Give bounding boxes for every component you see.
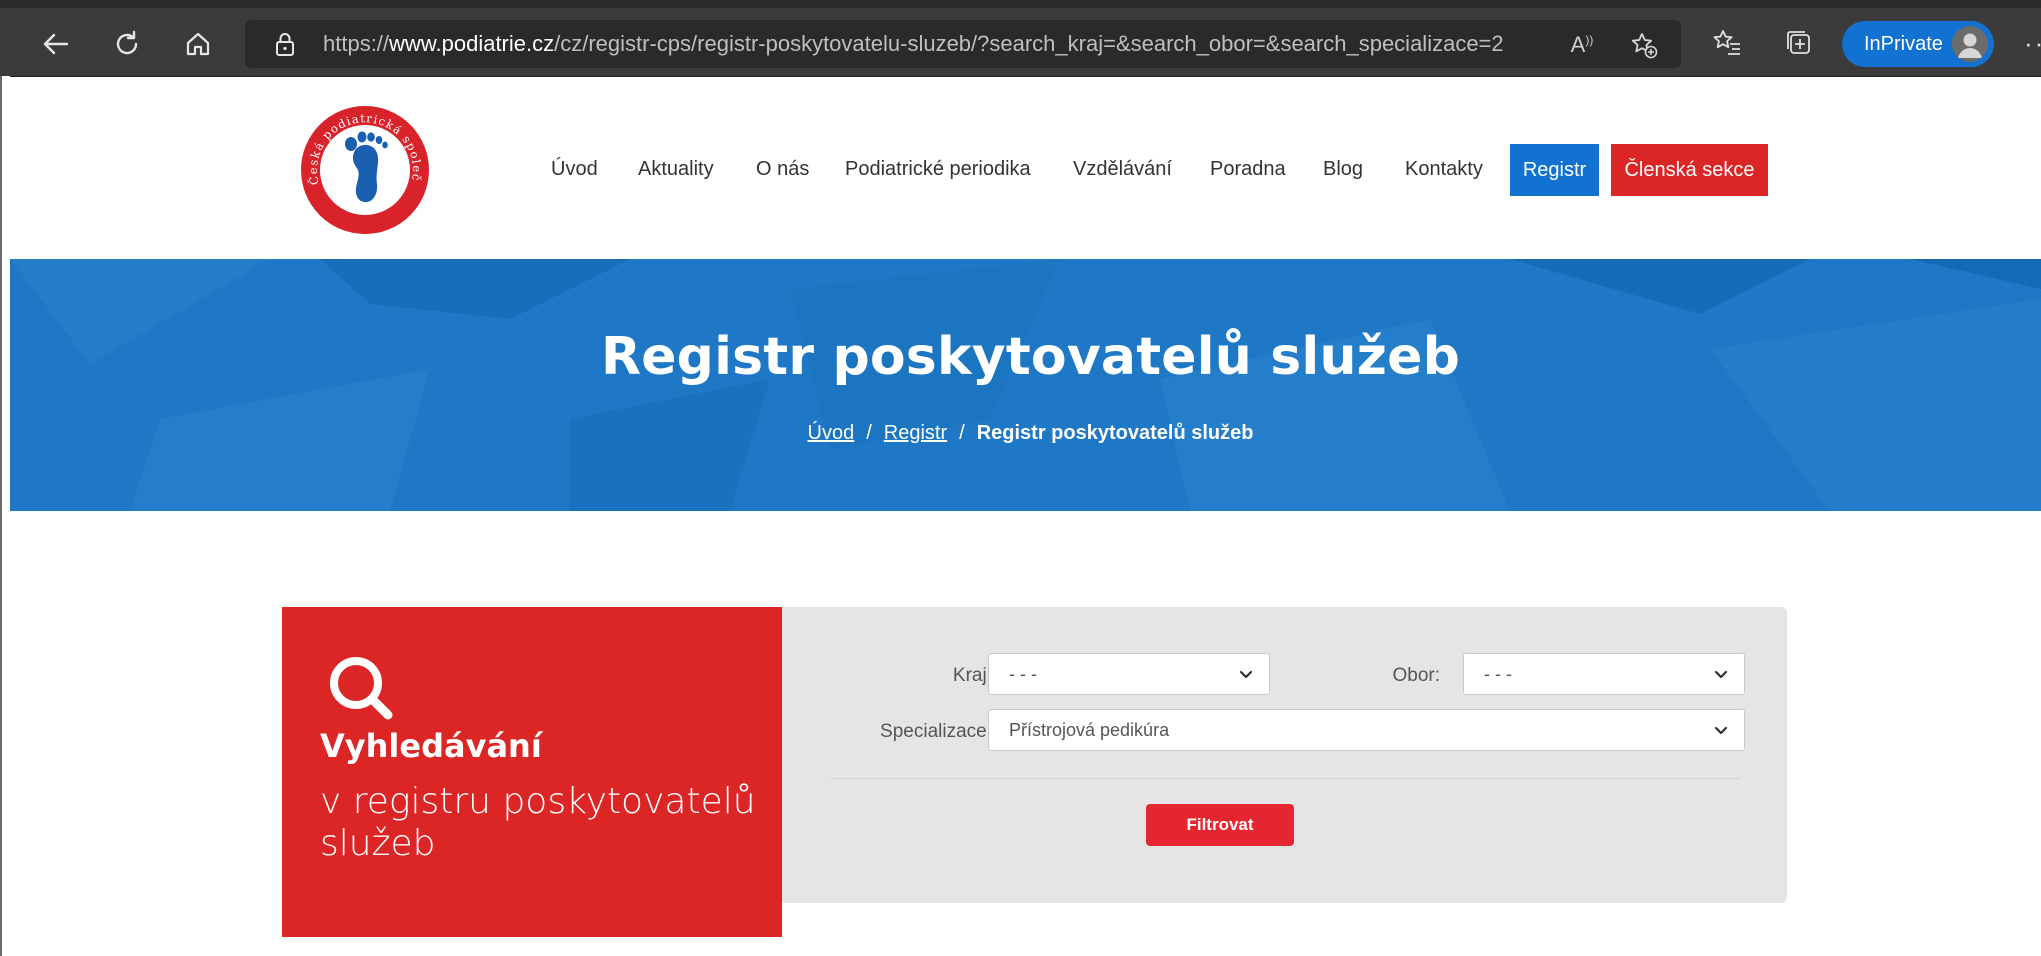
more-options-icon[interactable]: ··· [2024, 28, 2041, 59]
kraj-select[interactable]: - - - [988, 653, 1270, 695]
obor-select-value: - - - [1484, 664, 1512, 684]
specializace-select[interactable]: Přístrojová pedikúra [988, 709, 1745, 751]
kraj-select-value: - - - [1009, 664, 1037, 684]
filter-button[interactable]: Filtrovat [1146, 804, 1294, 846]
nav-item-o-nas[interactable]: O nás [756, 158, 809, 181]
back-button[interactable] [34, 22, 78, 66]
browser-toolbar: https://www.podiatrie.cz/cz/registr-cps/… [0, 0, 2041, 77]
search-filter-form: Kraj: - - - Obor: - - - Specializace: Př… [782, 607, 1787, 903]
address-bar[interactable]: https://www.podiatrie.cz/cz/registr-cps/… [245, 20, 1681, 68]
nav-item-aktuality[interactable]: Aktuality [638, 158, 714, 181]
collections-icon [1787, 31, 1810, 54]
star-plus-icon [1631, 33, 1658, 59]
breadcrumb-separator: / [959, 422, 965, 444]
obor-label: Obor: [1392, 665, 1440, 686]
specializace-label: Specializace: [880, 721, 992, 742]
page-title: Registr poskytovatelů služeb [600, 327, 1461, 387]
breadcrumb-current: Registr poskytovatelů služeb [976, 422, 1254, 444]
url-scheme: https:// [323, 31, 390, 56]
kraj-label: Kraj: [952, 665, 992, 686]
breadcrumb-separator: / [866, 422, 872, 444]
nav-item-kontakty[interactable]: Kontakty [1405, 158, 1483, 181]
refresh-icon [116, 30, 138, 55]
read-aloud-waves: )) [1585, 33, 1594, 47]
inprivate-profile-button[interactable]: InPrivate [1842, 21, 1994, 67]
profile-avatar-icon [1952, 26, 1988, 62]
nav-item-poradna[interactable]: Poradna [1210, 158, 1286, 181]
main-navigation: Úvod Aktuality O nás Podiatrické periodi… [0, 144, 2041, 196]
nav-item-uvod[interactable]: Úvod [551, 158, 598, 181]
nav-item-registr[interactable]: Registr [1510, 144, 1599, 196]
read-aloud-glyph: A [1570, 32, 1586, 57]
chevron-down-icon [1239, 670, 1253, 679]
favorites-button[interactable] [1710, 26, 1744, 60]
nav-item-blog[interactable]: Blog [1323, 158, 1363, 181]
nav-item-podiatricke-periodika[interactable]: Podiatrické periodika [845, 158, 1031, 181]
window-left-edge [0, 76, 10, 956]
search-icon [330, 657, 393, 720]
back-arrow-icon [43, 33, 69, 55]
nav-item-vzdelavani[interactable]: Vzdělávání [1073, 158, 1172, 181]
nav-item-clenska-sekce[interactable]: Členská sekce [1611, 144, 1768, 196]
url-text[interactable]: https://www.podiatrie.cz/cz/registr-cps/… [323, 31, 1504, 57]
search-heading: Vyhledávání [320, 727, 542, 765]
read-aloud-icon[interactable]: A)) [1567, 30, 1597, 60]
breadcrumb-link-uvod[interactable]: Úvod [808, 422, 855, 444]
search-intro-panel: Vyhledávání v registru poskytovatelů slu… [282, 607, 782, 937]
favorites-list-icon [1713, 30, 1740, 55]
search-subheading: v registru poskytovatelů služeb [320, 781, 756, 864]
form-divider [830, 778, 1740, 779]
url-path: /cz/registr-cps/registr-poskytovatelu-sl… [554, 31, 1504, 56]
url-domain: www.podiatrie.cz [389, 31, 555, 56]
breadcrumb-link-registr[interactable]: Registr [884, 422, 947, 444]
obor-select[interactable]: - - - [1463, 653, 1745, 695]
lock-icon[interactable] [271, 30, 299, 58]
chevron-down-icon [1714, 726, 1728, 735]
add-favorite-icon[interactable] [1629, 30, 1659, 60]
hero-banner: Registr poskytovatelů služeb Úvod / Regist… [10, 259, 2041, 511]
collections-button[interactable] [1782, 26, 1816, 60]
browser-tabstrip-edge [0, 0, 2041, 8]
specializace-select-value: Přístrojová pedikúra [1009, 720, 1170, 740]
breadcrumb: Úvod / Registr / Registr poskytovatelů služe… [10, 422, 2041, 445]
inprivate-label: InPrivate [1864, 33, 1943, 55]
home-button[interactable] [176, 22, 220, 66]
home-icon [186, 32, 210, 56]
chevron-down-icon [1714, 670, 1728, 679]
refresh-button[interactable] [105, 22, 149, 66]
